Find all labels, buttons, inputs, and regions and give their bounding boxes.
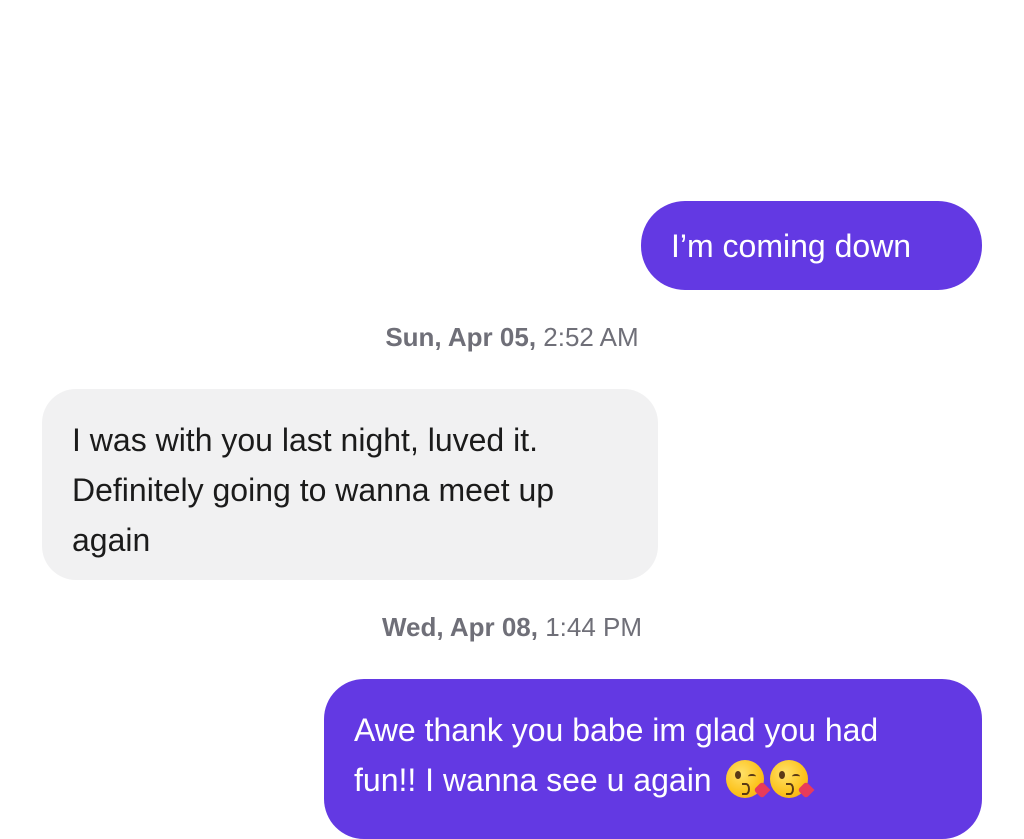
message-timestamp: Sun, Apr 05, 2:52 AM [0, 322, 1024, 353]
message-text-line: Definitely going to wanna meet up [72, 472, 555, 508]
timestamp-date: Sun, Apr 05, [385, 322, 537, 352]
incoming-message-bubble[interactable]: I was with you last night, luved it. Def… [42, 389, 658, 580]
timestamp-time: 2:52 AM [543, 322, 639, 352]
message-timestamp: Wed, Apr 08, 1:44 PM [0, 612, 1024, 643]
timestamp-date: Wed, Apr 08, [381, 612, 538, 642]
message-text-line: I was with you last night, luved it. [72, 422, 538, 458]
message-text: fun!! I wanna see u again [354, 762, 712, 798]
timestamp-time: 1:44 PM [545, 612, 643, 642]
kissing-heart-emoji-icon [726, 760, 771, 799]
outgoing-message-bubble[interactable]: Awe thank you babe im glad you had fun!!… [324, 679, 982, 839]
message-text-line: I’m coming down [671, 228, 912, 264]
message-text-line: Awe thank you babe im glad you had [354, 712, 879, 748]
kissing-heart-emoji-icon [770, 760, 815, 799]
outgoing-message-bubble[interactable]: I’m coming down [641, 201, 982, 290]
message-text-line: again [72, 522, 151, 558]
message-text-line-with-emoji: fun!! I wanna see u again [354, 755, 962, 805]
message-thread: I’m coming down Sun, Apr 05, 2:52 AM I w… [0, 0, 1024, 839]
